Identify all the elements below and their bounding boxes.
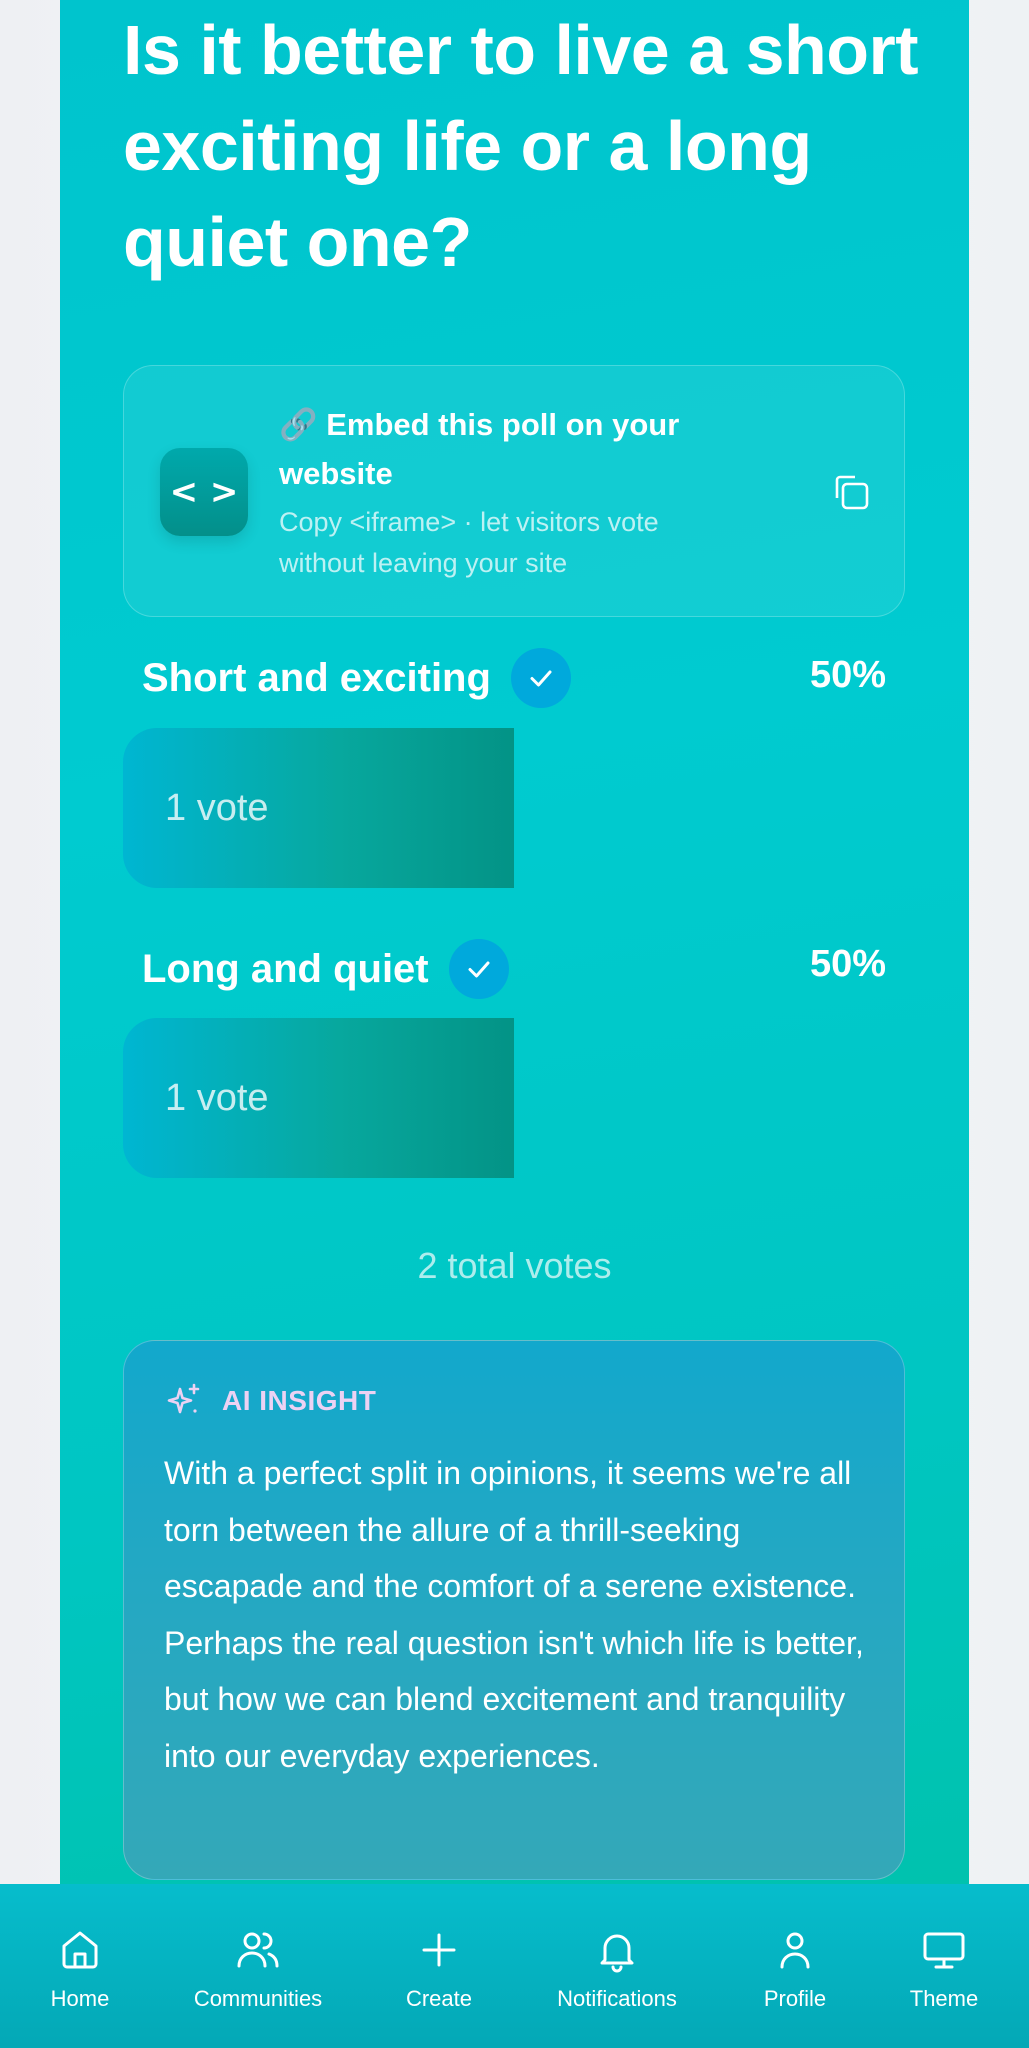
nav-communities[interactable]: Communities [178, 1884, 338, 2048]
nav-label: Create [405, 1986, 473, 2011]
vote-count: 1 vote [165, 786, 269, 829]
copy-icon[interactable] [831, 472, 871, 512]
nav-create[interactable]: Create [399, 1884, 479, 2048]
ai-insight-heading: AI INSIGHT [222, 1385, 377, 1416]
option-label: Short and exciting [142, 656, 491, 700]
ai-insight-text: With a perfect split in opinions, it see… [164, 1455, 864, 1774]
embed-subtitle: Copy <iframe> · let visitors vote withou… [279, 507, 659, 578]
check-icon [448, 939, 509, 999]
ai-insight-card: AI INSIGHT With a perfect split in opini… [123, 1340, 905, 1880]
nav-label: Profile [763, 1986, 827, 2011]
nav-label: Theme [909, 1986, 979, 2011]
nav-notifications[interactable]: Notifications [537, 1884, 697, 2048]
option-long-quiet[interactable]: Long and quiet [142, 939, 509, 999]
nav-label: Communities [193, 1986, 323, 2011]
users-icon [237, 1932, 279, 1968]
vote-count: 1 vote [165, 1076, 269, 1119]
vote-bar[interactable]: 1 vote [123, 1018, 905, 1178]
plus-icon [422, 1933, 456, 1967]
option-percent: 50% [809, 654, 886, 696]
bell-icon [600, 1934, 634, 1973]
option-label: Long and quiet [142, 947, 429, 991]
option-short-exciting[interactable]: Short and exciting [142, 648, 571, 708]
nav-home[interactable]: Home [40, 1884, 120, 2048]
sparkles-icon [167, 1383, 200, 1414]
code-icon: < > [160, 448, 248, 536]
nav-label: Home [50, 1986, 110, 2011]
total-votes: 2 total votes [417, 1245, 612, 1286]
embed-poll-card[interactable]: < > 🔗 Embed this poll on your website Co… [123, 365, 905, 617]
embed-title: 🔗 Embed this poll on your website [279, 407, 680, 491]
bottom-nav: Home Communities Create Notifications Pr… [0, 1884, 1029, 2048]
user-icon [780, 1932, 810, 1969]
vote-bar[interactable]: 1 vote [123, 728, 905, 888]
home-icon [62, 1931, 98, 1969]
option-percent: 50% [809, 943, 886, 985]
monitor-icon [923, 1932, 965, 1969]
poll-question: Is it better to live a short exciting li… [123, 11, 919, 281]
ai-insight-header: AI INSIGHT [164, 1381, 376, 1421]
nav-label: Notifications [557, 1986, 677, 2011]
nav-profile[interactable]: Profile [745, 1884, 845, 2048]
nav-theme[interactable]: Theme [894, 1884, 994, 2048]
check-icon [510, 648, 571, 708]
